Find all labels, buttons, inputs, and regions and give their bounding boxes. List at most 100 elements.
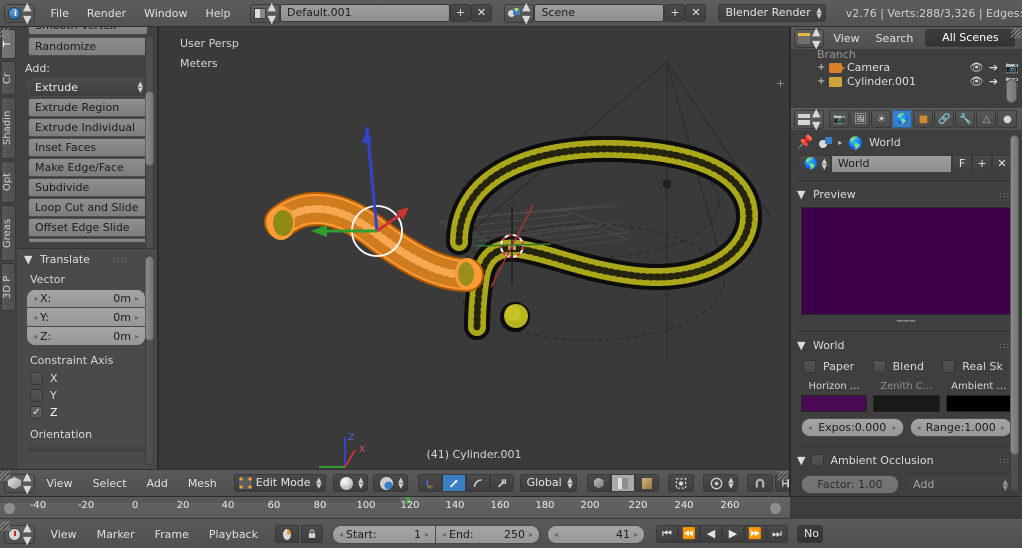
unlink-world-button[interactable]: ✕ xyxy=(992,155,1012,173)
properties-scrollbar[interactable] xyxy=(1010,134,1019,492)
vertex-select-icon[interactable] xyxy=(586,474,611,492)
data-tab-icon[interactable]: △ xyxy=(976,110,997,128)
world-name-field[interactable]: World xyxy=(831,155,952,173)
tab-grease-pencil[interactable]: Greas xyxy=(1,205,16,261)
fake-user-button[interactable]: F xyxy=(952,155,972,173)
translate-panel-scroll-thumb[interactable] xyxy=(145,256,154,341)
tool-list-scrollbar[interactable] xyxy=(145,35,154,260)
decrement-icon[interactable] xyxy=(33,332,37,341)
horizon-color-swatch[interactable] xyxy=(801,395,868,412)
range-field[interactable]: Range:1.000 xyxy=(909,418,1012,437)
scale-manipulator-icon[interactable] xyxy=(489,474,514,492)
outliner-tree[interactable]: Branch + Camera 👁 ➔ 📷 + Cylinder.001 👁 ➔ xyxy=(791,49,1022,122)
increment-icon[interactable] xyxy=(135,332,139,341)
decrement-icon[interactable] xyxy=(917,423,921,432)
orientation-dropdown[interactable] xyxy=(26,443,150,453)
jump-end-icon[interactable]: ⏭ xyxy=(765,525,788,543)
timeline-menu-frame[interactable]: Frame xyxy=(146,528,198,541)
corner-grip-icon[interactable] xyxy=(0,521,10,531)
menu-file[interactable]: File xyxy=(41,7,77,20)
play-reverse-icon[interactable]: ◀ xyxy=(699,525,722,543)
screen-layout-icon[interactable]: ▲ ▼ xyxy=(249,0,280,26)
tool-clipped-next[interactable] xyxy=(28,238,148,243)
material-tab-icon[interactable]: ● xyxy=(997,110,1018,128)
ambient-color-swatch[interactable] xyxy=(945,395,1012,412)
ruler-handle-left[interactable] xyxy=(4,503,15,514)
edge-select-icon[interactable] xyxy=(610,474,635,492)
translate-y-field[interactable]: Y: 0m xyxy=(26,308,146,327)
outliner-scope-select[interactable]: All Scenes xyxy=(925,29,1016,47)
tool-make-edge-face[interactable]: Make Edge/Face xyxy=(28,158,148,177)
3d-viewport[interactable]: Z X + User Persp Meters (41) Cylinder.00… xyxy=(159,27,789,469)
timeline-menu-playback[interactable]: Playback xyxy=(200,528,267,541)
sync-mode-select[interactable]: No xyxy=(796,525,823,543)
rotate-manipulator-icon[interactable] xyxy=(465,474,490,492)
render-layers-tab-icon[interactable]: 🖼 xyxy=(850,110,871,128)
outliner-row-cylinder[interactable]: + Cylinder.001 👁 ➔ 📷 xyxy=(791,76,1022,87)
increment-icon[interactable] xyxy=(892,423,896,432)
add-scene-button[interactable]: + xyxy=(664,4,686,22)
decrement-icon[interactable] xyxy=(339,530,343,539)
add-screen-button[interactable]: + xyxy=(449,4,471,22)
pin-icon[interactable]: 📌 xyxy=(797,135,813,150)
paper-checkbox-row[interactable]: Paper xyxy=(803,358,873,375)
info-editor-icon[interactable]: i ▲ ▼ xyxy=(4,0,36,26)
tab-options[interactable]: Opt xyxy=(1,161,16,203)
checkbox-paper-icon[interactable] xyxy=(803,360,816,373)
tool-extrude-region[interactable]: Extrude Region xyxy=(28,98,148,117)
translate-z-field[interactable]: Z: 0m xyxy=(26,327,146,346)
translate-x-field[interactable]: X: 0m xyxy=(26,289,146,308)
pivot-point-icon[interactable]: ▲ ▼ xyxy=(702,474,738,492)
ao-factor-field[interactable]: Factor: 1.00 xyxy=(801,475,899,494)
preview-panel-header[interactable]: ▼ Preview :::: xyxy=(791,185,1022,204)
translate-manipulator-icon[interactable] xyxy=(417,474,442,492)
tool-extrude-dropdown[interactable]: Extrude ▲ ▼ xyxy=(28,78,148,97)
exposure-field[interactable]: Expos:0.000 xyxy=(801,418,904,437)
play-icon[interactable]: ▶ xyxy=(721,525,744,543)
expand-icon[interactable]: + xyxy=(817,76,829,87)
corner-grip-icon[interactable] xyxy=(0,28,10,38)
increment-icon[interactable] xyxy=(529,530,533,539)
checkbox-ambient-occlusion-icon[interactable] xyxy=(811,454,825,467)
viewport-menu-view[interactable]: View xyxy=(37,477,81,490)
new-world-button[interactable]: + xyxy=(972,155,992,173)
object-tab-icon[interactable]: ■ xyxy=(913,110,934,128)
tool-subdivide[interactable]: Subdivide xyxy=(28,178,148,197)
transform-orientation-select[interactable]: Global ▲ ▼ xyxy=(519,474,577,492)
decrement-icon[interactable] xyxy=(554,530,558,539)
limit-selection-icon[interactable] xyxy=(667,474,694,492)
increment-icon[interactable] xyxy=(634,530,638,539)
jump-start-icon[interactable]: ⏮ xyxy=(655,525,678,543)
world-panel-header[interactable]: ▼ World :::: xyxy=(791,336,1022,355)
manipulator-toggle-icon[interactable] xyxy=(441,474,466,492)
delete-scene-button[interactable]: ✕ xyxy=(685,4,707,22)
scene-icon[interactable]: ▲ ▼ xyxy=(503,0,535,26)
corner-grip-icon[interactable] xyxy=(1011,28,1021,38)
menu-render[interactable]: Render xyxy=(78,7,135,20)
tool-extrude-individual[interactable]: Extrude Individual xyxy=(28,118,148,137)
scene-field[interactable]: Scene xyxy=(534,4,665,22)
tool-randomize[interactable]: Randomize xyxy=(28,37,148,56)
viewport-menu-add[interactable]: Add xyxy=(138,477,177,490)
timeline-menu-marker[interactable]: Marker xyxy=(88,528,144,541)
outliner-menu-view[interactable]: View xyxy=(826,32,866,45)
ambient-occlusion-panel-header[interactable]: ▼ Ambient Occlusion :::: xyxy=(791,451,1022,470)
checkbox-z-icon[interactable]: ✓ xyxy=(30,406,43,419)
tab-create[interactable]: Cr xyxy=(1,61,16,95)
start-frame-field[interactable]: Start: 1 xyxy=(331,524,436,544)
increment-icon[interactable] xyxy=(135,313,139,322)
ao-blend-mode-select[interactable]: Add ▲ ▼ xyxy=(906,475,1012,494)
viewport-shading-icon[interactable]: ▲ ▼ xyxy=(332,474,368,492)
translate-panel-scrollbar[interactable] xyxy=(145,255,154,465)
checkbox-real-sky-icon[interactable] xyxy=(942,360,956,373)
corner-grip-icon[interactable] xyxy=(0,471,10,481)
snap-magnet-icon[interactable] xyxy=(746,474,773,492)
outliner-row-camera[interactable]: + Camera 👁 ➔ 📷 xyxy=(791,59,1022,76)
corner-grip-icon[interactable] xyxy=(778,471,788,481)
increment-icon[interactable] xyxy=(1001,423,1005,432)
blend-checkbox-row[interactable]: Blend xyxy=(872,358,943,375)
eye-icon[interactable]: 👁 xyxy=(968,61,985,74)
scene-tab-icon[interactable]: ☀ xyxy=(871,110,892,128)
outliner-row-clipped[interactable]: Branch xyxy=(791,50,1022,59)
zenith-color-swatch[interactable] xyxy=(873,395,940,412)
